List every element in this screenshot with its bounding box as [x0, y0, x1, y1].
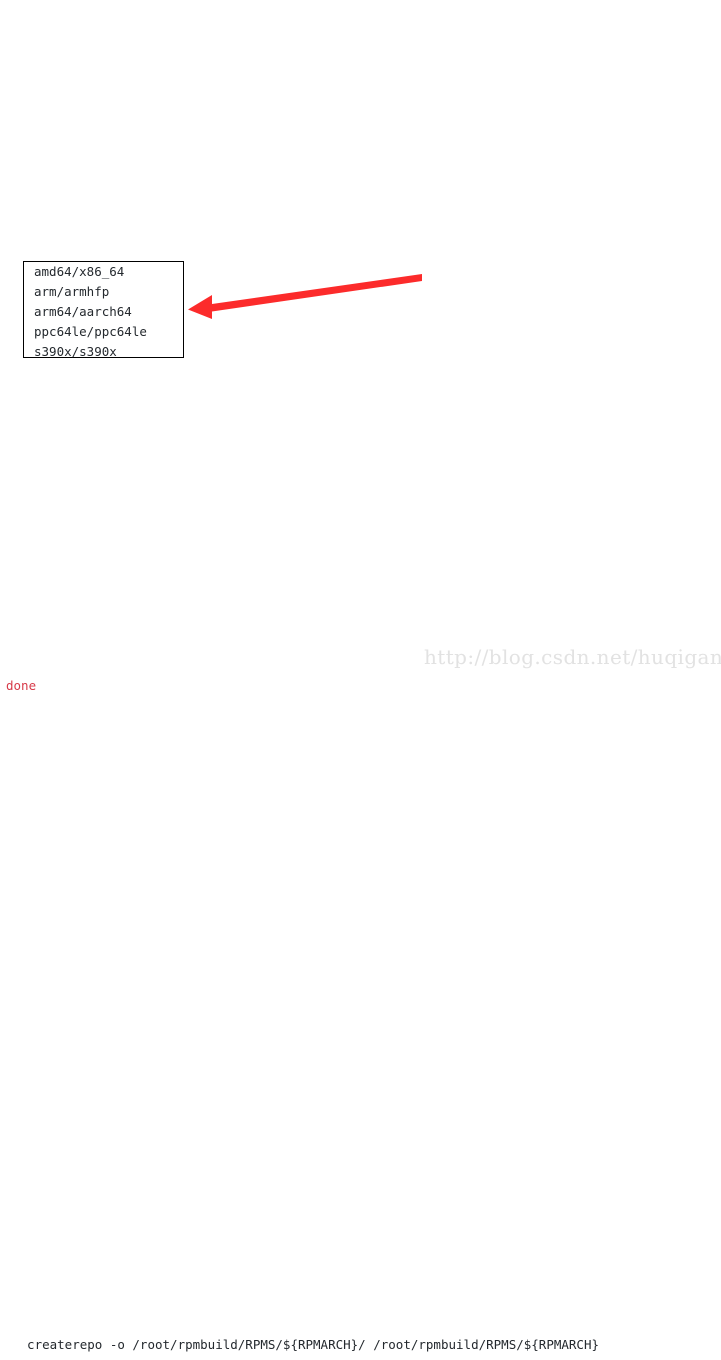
arch-list-item: s390x/s390x [34, 344, 117, 359]
code-line: #!/bin/sh# Entrypoint for the build cont… [6, 678, 599, 1352]
arch-list-item: ppc64le/ppc64le [34, 324, 147, 339]
code-listing-surface: #!/bin/sh# Entrypoint for the build cont… [0, 0, 721, 1352]
arch-list-item: arm/armhfp [34, 284, 110, 299]
arch-list-item: amd64/x86_64 [34, 264, 125, 279]
site-watermark: http://blog.csdn.net/huqigang [424, 645, 721, 669]
code-token-keyword: done [6, 678, 37, 693]
red-annotation-arrow [188, 274, 422, 319]
code-token-plain: createrepo -o /root/rpmbuild/RPMS/${RPMA… [12, 1337, 599, 1352]
arrow-shape [188, 274, 422, 319]
code-line: #!/bin/sh# Entrypoint for the build cont… [12, 1338, 599, 1352]
arch-list-item: arm64/aarch64 [34, 304, 132, 319]
